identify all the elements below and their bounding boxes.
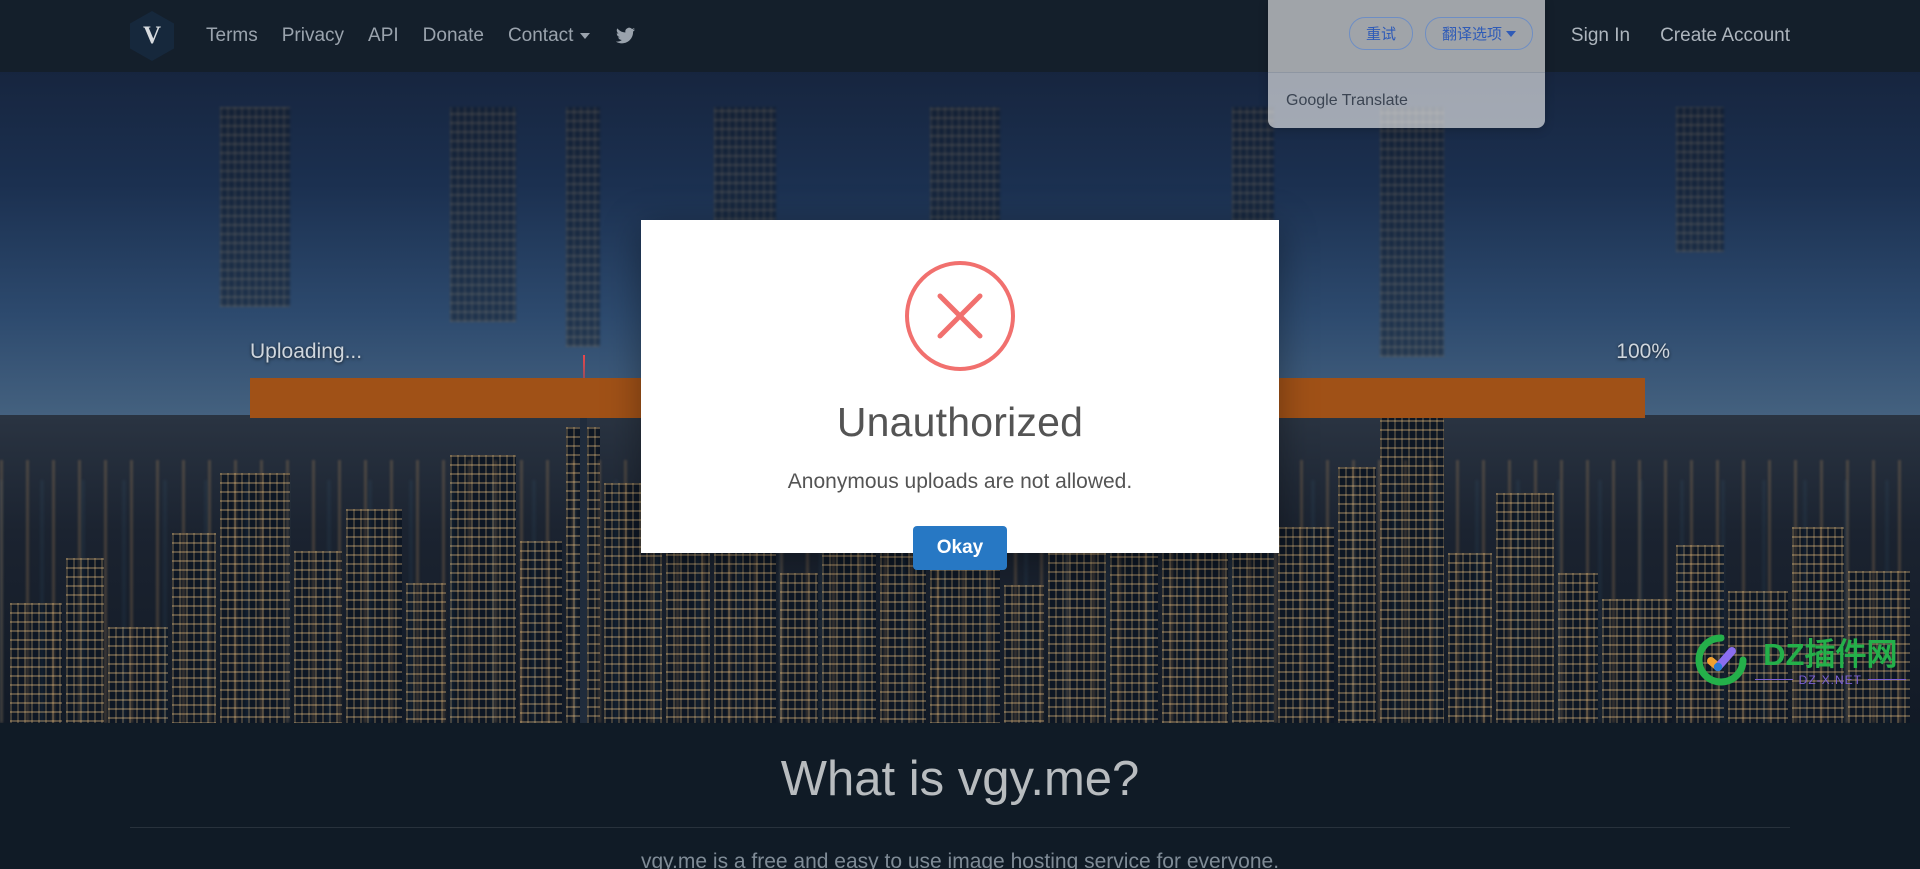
hexagon-logo-icon: V	[130, 11, 174, 61]
top-navbar: V Terms Privacy API Donate Contact Sign …	[0, 0, 1920, 72]
dz-watermark: DZ插件网 DZ-X.NET	[1695, 634, 1906, 691]
translate-options-label: 翻译选项	[1441, 26, 1502, 43]
dz-watermark-sub: DZ-X.NET	[1755, 673, 1906, 687]
what-is-section: What is vgy.me? vgy.me is a free and eas…	[0, 723, 1920, 869]
translate-retry-button[interactable]: 重试	[1348, 17, 1413, 50]
dz-check-logo-icon	[1695, 634, 1747, 691]
upload-status-label: Uploading...	[250, 340, 363, 363]
translate-popup-buttons: 重试 翻译选项	[1348, 17, 1533, 50]
modal-title: Unauthorized	[836, 399, 1084, 445]
chevron-down-icon	[1506, 30, 1516, 37]
nav-link-terms[interactable]: Terms	[206, 25, 258, 47]
translate-options-button[interactable]: 翻译选项	[1424, 17, 1533, 50]
page-root: Uploading... 100% V Terms Privacy API Do…	[0, 0, 1920, 869]
nav-link-api[interactable]: API	[368, 25, 399, 47]
create-account-link[interactable]: Create Account	[1660, 25, 1790, 47]
upload-percent-label: 100%	[1616, 340, 1670, 363]
nav-links: Terms Privacy API Donate Contact	[206, 25, 636, 47]
sign-in-link[interactable]: Sign In	[1571, 25, 1630, 47]
logo-letter: V	[142, 22, 162, 49]
unauthorized-modal: Unauthorized Anonymous uploads are not a…	[641, 220, 1279, 570]
modal-message: Anonymous uploads are not allowed.	[787, 470, 1133, 493]
google-translate-popup: 重试 翻译选项 Google Translate	[1268, 0, 1545, 128]
nav-link-contact[interactable]: Contact	[508, 25, 590, 47]
google-translate-brand: Google Translate	[1286, 92, 1408, 109]
nav-link-donate[interactable]: Donate	[423, 25, 484, 47]
okay-button[interactable]: Okay	[912, 526, 1008, 570]
twitter-icon[interactable]	[614, 25, 636, 47]
error-circle-x-icon	[902, 258, 1018, 379]
site-logo[interactable]: V	[130, 11, 174, 61]
section-subtitle: vgy.me is a free and easy to use image h…	[640, 850, 1280, 869]
nav-link-privacy[interactable]: Privacy	[282, 25, 344, 47]
section-divider	[130, 827, 1790, 828]
nav-right-actions: Sign In Create Account	[1571, 25, 1790, 47]
section-title: What is vgy.me?	[780, 752, 1140, 806]
dz-watermark-text: DZ插件网 DZ-X.NET	[1755, 639, 1906, 687]
dz-watermark-main: DZ插件网	[1763, 636, 1898, 672]
translate-popup-divider	[1268, 72, 1545, 73]
